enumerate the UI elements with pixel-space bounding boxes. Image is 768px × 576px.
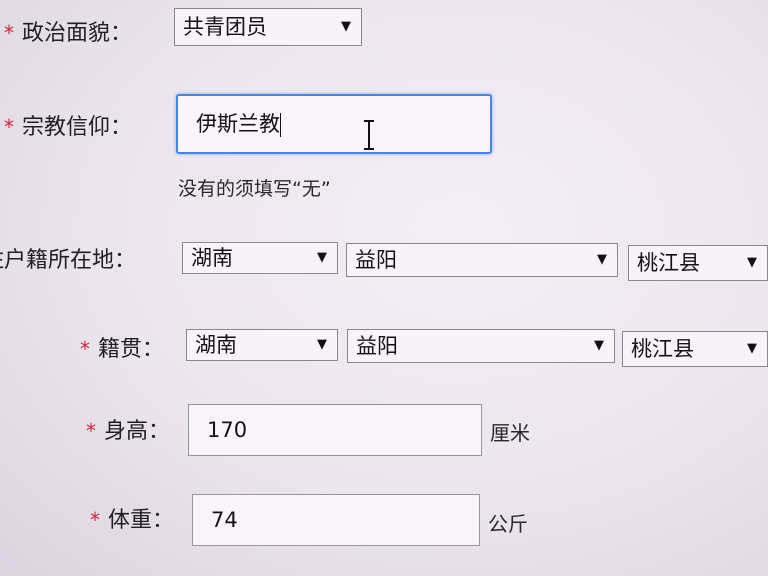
- residence-county-value: 桃江县: [637, 251, 700, 275]
- required-mark: *: [80, 337, 90, 361]
- weight-input[interactable]: 74: [192, 494, 480, 546]
- weight-unit: 公斤: [488, 512, 528, 536]
- required-mark: *: [90, 508, 100, 532]
- chevron-down-icon: ▼: [747, 341, 757, 356]
- residence-label: 住户籍所在地：: [0, 248, 137, 273]
- religion-input[interactable]: 伊斯兰教: [176, 94, 492, 154]
- chevron-down-icon: ▼: [594, 338, 604, 353]
- native-county-select[interactable]: 桃江县 ▼: [622, 331, 768, 367]
- residence-province-value: 湖南: [191, 246, 233, 270]
- native-province-value: 湖南: [195, 333, 237, 357]
- native-place-label: * 籍贯：: [80, 334, 164, 365]
- political-status-label-text: 政治面貌：: [22, 21, 133, 46]
- weight-label-text: 体重：: [108, 508, 175, 533]
- required-mark: *: [86, 419, 96, 443]
- height-label-text: 身高：: [104, 419, 171, 444]
- required-mark: *: [4, 115, 14, 139]
- religion-input-value: 伊斯兰教: [196, 112, 280, 136]
- residence-city-value: 益阳: [355, 248, 397, 272]
- political-status-value: 共青团员: [183, 15, 267, 39]
- weight-label: * 体重：: [90, 505, 174, 536]
- native-city-select[interactable]: 益阳 ▼: [347, 329, 615, 363]
- religion-label: * 宗教信仰：: [4, 112, 132, 143]
- residence-county-select[interactable]: 桃江县 ▼: [628, 245, 768, 281]
- chevron-down-icon: ▼: [341, 19, 351, 34]
- chevron-down-icon: ▼: [747, 255, 757, 270]
- chevron-down-icon: ▼: [597, 252, 607, 267]
- height-input[interactable]: 170: [188, 404, 482, 456]
- chevron-down-icon: ▼: [317, 337, 327, 352]
- native-city-value: 益阳: [356, 334, 398, 358]
- weight-input-value: 74: [211, 508, 238, 532]
- height-label: * 身高：: [86, 416, 170, 447]
- height-unit: 厘米: [490, 421, 530, 445]
- residence-province-select[interactable]: 湖南 ▼: [182, 242, 338, 274]
- native-place-label-text: 籍贯：: [98, 337, 165, 362]
- political-status-select[interactable]: 共青团员 ▼: [174, 8, 362, 46]
- native-county-value: 桃江县: [631, 337, 694, 361]
- i-beam-cursor-icon: [364, 120, 374, 150]
- text-caret: [280, 113, 281, 137]
- religion-label-text: 宗教信仰：: [22, 115, 133, 140]
- religion-hint: 没有的须填写“无”: [178, 178, 331, 200]
- residence-city-select[interactable]: 益阳 ▼: [346, 243, 618, 277]
- height-input-value: 170: [207, 418, 248, 442]
- political-status-label: * 政治面貌：: [4, 18, 132, 49]
- chevron-down-icon: ▼: [317, 250, 327, 265]
- required-mark: *: [4, 21, 14, 45]
- native-province-select[interactable]: 湖南 ▼: [186, 329, 338, 361]
